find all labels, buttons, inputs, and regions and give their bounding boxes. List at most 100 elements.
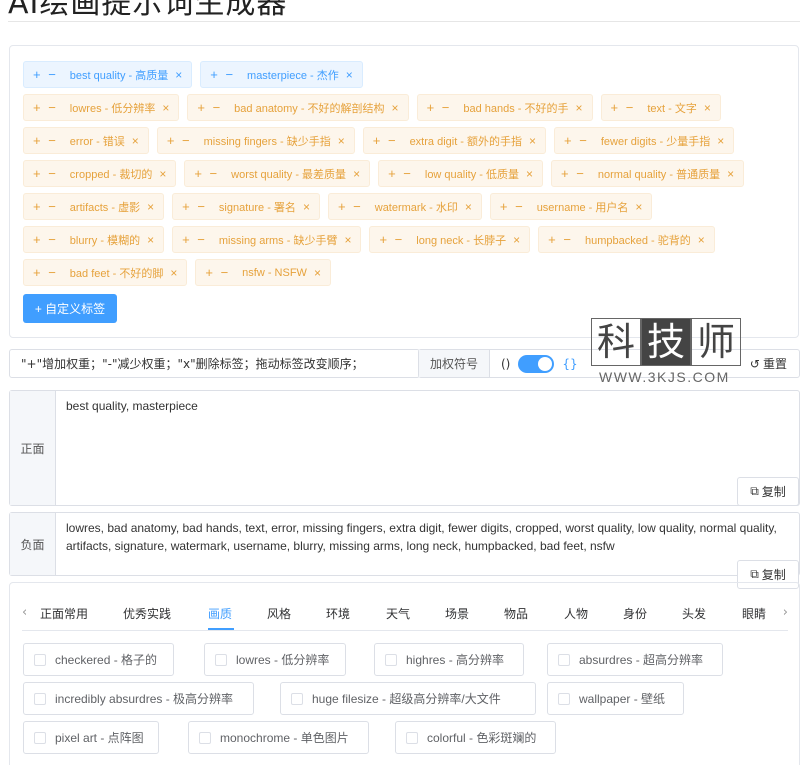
weight-adjust-icon[interactable]: + − xyxy=(33,133,58,148)
category-tab[interactable]: 优秀实践 xyxy=(123,605,171,622)
negative-tag[interactable]: + − bad feet - 不好的脚 × xyxy=(23,259,188,286)
weight-adjust-icon[interactable]: + − xyxy=(611,100,636,115)
remove-tag-icon[interactable]: × xyxy=(314,266,321,280)
remove-tag-icon[interactable]: × xyxy=(392,101,399,115)
remove-tag-icon[interactable]: × xyxy=(465,200,472,214)
weight-adjust-icon[interactable]: + − xyxy=(338,199,363,214)
negative-tag[interactable]: + − worst quality - 最差质量 × xyxy=(184,160,371,187)
category-tab[interactable]: 天气 xyxy=(386,605,410,622)
checkbox[interactable] xyxy=(34,731,46,744)
round-paren-option[interactable]: () xyxy=(501,357,510,371)
negative-tag[interactable]: + − humpbacked - 驼背的 × xyxy=(538,226,715,253)
weight-adjust-icon[interactable]: + − xyxy=(564,133,589,148)
remove-tag-icon[interactable]: × xyxy=(132,134,139,148)
category-option[interactable]: wallpaper - 壁纸 xyxy=(547,682,684,715)
negative-tag[interactable]: + − bad hands - 不好的手 × xyxy=(416,94,593,121)
weight-adjust-icon[interactable]: + − xyxy=(210,67,235,82)
negative-tag[interactable]: + − artifacts - 虚影 × xyxy=(23,193,165,220)
category-tab[interactable]: 场景 xyxy=(445,605,469,622)
negative-tag[interactable]: + − missing arms - 缺少手臂 × xyxy=(172,226,362,253)
remove-tag-icon[interactable]: × xyxy=(526,167,533,181)
category-option[interactable]: incredibly absurdres - 极高分辨率 xyxy=(23,682,254,715)
weight-adjust-icon[interactable]: + − xyxy=(182,232,207,247)
negative-prompt-textarea[interactable]: lowres, bad anatomy, bad hands, text, er… xyxy=(56,513,799,575)
weight-adjust-icon[interactable]: + − xyxy=(205,265,230,280)
negative-tag[interactable]: + − text - 文字 × xyxy=(600,94,721,121)
category-tab[interactable]: 眼睛 xyxy=(742,605,766,622)
weight-adjust-icon[interactable]: + − xyxy=(33,166,58,181)
remove-tag-icon[interactable]: × xyxy=(147,200,154,214)
weight-adjust-icon[interactable]: + − xyxy=(561,166,586,181)
checkbox[interactable] xyxy=(385,653,397,666)
remove-tag-icon[interactable]: × xyxy=(170,266,177,280)
category-tab[interactable]: 身份 xyxy=(623,605,647,622)
negative-tag[interactable]: + − missing fingers - 缺少手指 × xyxy=(156,127,355,154)
remove-tag-icon[interactable]: × xyxy=(147,233,154,247)
weight-adjust-icon[interactable]: + − xyxy=(167,133,192,148)
tabs-prev-icon[interactable]: ‹ xyxy=(22,605,27,620)
category-option[interactable]: colorful - 色彩斑斓的 xyxy=(395,721,556,754)
negative-tag[interactable]: + − error - 错误 × xyxy=(23,127,149,154)
remove-tag-icon[interactable]: × xyxy=(513,233,520,247)
weight-adjust-icon[interactable]: + − xyxy=(33,232,58,247)
negative-tag[interactable]: + − fewer digits - 少量手指 × xyxy=(554,127,735,154)
positive-prompt-textarea[interactable]: best quality, masterpiece xyxy=(56,391,799,505)
negative-tag[interactable]: + − bad anatomy - 不好的解剖结构 × xyxy=(187,94,409,121)
category-tab[interactable]: 物品 xyxy=(504,605,528,622)
negative-tag[interactable]: + − username - 用户名 × xyxy=(489,193,653,220)
weight-adjust-icon[interactable]: + − xyxy=(33,199,58,214)
category-option[interactable]: pixel art - 点阵图 xyxy=(23,721,159,754)
checkbox[interactable] xyxy=(558,653,570,666)
category-option[interactable]: checkered - 格子的 xyxy=(23,643,174,676)
remove-tag-icon[interactable]: × xyxy=(344,233,351,247)
reset-button[interactable]: ↺ 重置 xyxy=(750,355,787,372)
weight-adjust-icon[interactable]: + − xyxy=(500,199,525,214)
negative-tag[interactable]: + − lowres - 低分辨率 × xyxy=(23,94,180,121)
checkbox[interactable] xyxy=(215,653,227,666)
weight-adjust-icon[interactable]: + − xyxy=(33,67,58,82)
weight-adjust-icon[interactable]: + − xyxy=(373,133,398,148)
remove-tag-icon[interactable]: × xyxy=(717,134,724,148)
negative-tag[interactable]: + − extra digit - 额外的手指 × xyxy=(362,127,547,154)
checkbox[interactable] xyxy=(291,692,303,705)
negative-tag[interactable]: + − blurry - 模糊的 × xyxy=(23,226,165,253)
checkbox[interactable] xyxy=(199,731,211,744)
remove-tag-icon[interactable]: × xyxy=(159,167,166,181)
remove-tag-icon[interactable]: × xyxy=(162,101,169,115)
category-option[interactable]: absurdres - 超高分辨率 xyxy=(547,643,723,676)
category-option[interactable]: highres - 高分辨率 xyxy=(374,643,524,676)
category-option[interactable]: lowres - 低分辨率 xyxy=(204,643,346,676)
category-tab[interactable]: 环境 xyxy=(326,605,350,622)
remove-tag-icon[interactable]: × xyxy=(635,200,642,214)
negative-tag[interactable]: + − nsfw - NSFW × xyxy=(195,259,331,286)
add-custom-tag-button[interactable]: + 自定义标签 xyxy=(23,294,117,323)
weight-adjust-icon[interactable]: + − xyxy=(33,100,58,115)
checkbox[interactable] xyxy=(34,653,46,666)
negative-tag[interactable]: + − watermark - 水印 × xyxy=(327,193,482,220)
category-tab[interactable]: 头发 xyxy=(682,605,706,622)
positive-tag[interactable]: + − masterpiece - 杰作 × xyxy=(200,61,363,88)
remove-tag-icon[interactable]: × xyxy=(346,68,353,82)
checkbox[interactable] xyxy=(34,692,46,705)
negative-tag[interactable]: + − cropped - 裁切的 × xyxy=(23,160,177,187)
negative-tag[interactable]: + − low quality - 低质量 × xyxy=(378,160,544,187)
remove-tag-icon[interactable]: × xyxy=(727,167,734,181)
curly-brace-option[interactable]: {} xyxy=(562,357,577,371)
tabs-next-icon[interactable]: › xyxy=(783,605,788,620)
category-tab[interactable]: 正面常用 xyxy=(40,605,88,622)
remove-tag-icon[interactable]: × xyxy=(704,101,711,115)
weight-adjust-icon[interactable]: + − xyxy=(182,199,207,214)
remove-tag-icon[interactable]: × xyxy=(529,134,536,148)
remove-tag-icon[interactable]: × xyxy=(338,134,345,148)
category-tab[interactable]: 人物 xyxy=(564,605,588,622)
weight-adjust-icon[interactable]: + − xyxy=(548,232,573,247)
copy-positive-button[interactable]: ⧉ 复制 xyxy=(737,477,799,506)
weight-adjust-icon[interactable]: + − xyxy=(197,100,222,115)
remove-tag-icon[interactable]: × xyxy=(576,101,583,115)
weight-adjust-icon[interactable]: + − xyxy=(379,232,404,247)
remove-tag-icon[interactable]: × xyxy=(303,200,310,214)
category-option[interactable]: monochrome - 单色图片 xyxy=(188,721,369,754)
checkbox[interactable] xyxy=(406,731,418,744)
weight-symbol-switch[interactable] xyxy=(518,354,555,373)
remove-tag-icon[interactable]: × xyxy=(353,167,360,181)
